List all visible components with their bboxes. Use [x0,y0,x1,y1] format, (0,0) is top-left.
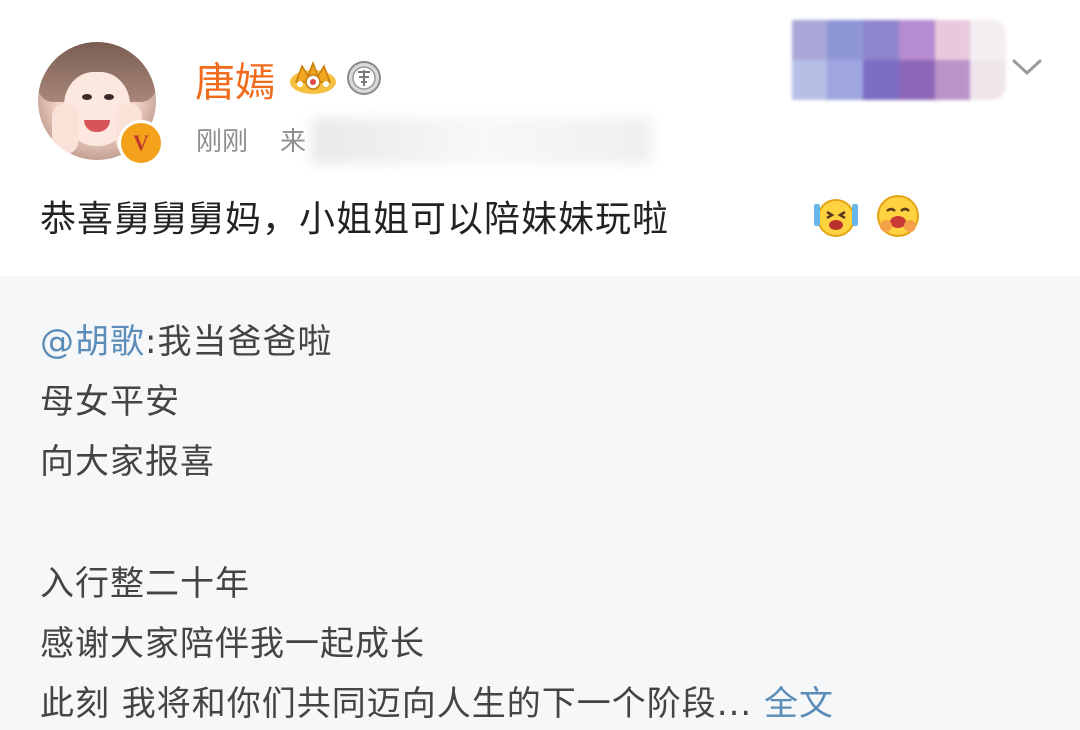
repost-line: 入行整二十年 [40,564,250,604]
username[interactable]: 唐嫣 [195,50,275,108]
hugging-face-emoji [877,195,919,237]
repost-line: 向大家报喜 [40,442,215,482]
post-text: 恭喜舅舅舅妈，小姐姐可以陪妹妹玩啦 [40,199,670,240]
blurred-decoration [756,20,1006,100]
weibo-post: V 唐嫣 刚刚 来 恭喜舅舅舅妈，小姐姐可以陪妹妹玩啦 @胡歌:我当爸爸啦 母女… [0,0,1080,730]
full-text-link[interactable]: 全文 [764,684,834,724]
blurred-source [312,118,652,164]
crown-icon[interactable] [288,60,338,96]
post-source-prefix: 来 [280,127,307,157]
medal-icon[interactable] [346,58,382,98]
chevron-down-icon[interactable] [1010,56,1044,78]
post-time: 刚刚 [196,127,249,157]
excited-face-emoji [814,199,858,237]
avatar-eye-left [82,94,92,100]
repost-last-line: 此刻 我将和你们共同迈向人生的下一个阶段... 全文 [40,676,834,725]
repost-last-line-text: 此刻 我将和你们共同迈向人生的下一个阶段... [40,684,753,724]
repost-line: 母女平安 [40,382,180,422]
repost-first-line-text: :我当爸爸啦 [145,322,333,362]
avatar-eye-right [104,94,114,100]
verified-badge-icon: V [118,120,164,166]
repost-line: 感谢大家陪伴我一起成长 [40,624,425,664]
repost-card[interactable]: @胡歌:我当爸爸啦 母女平安 向大家报喜 入行整二十年 感谢大家陪伴我一起成长 … [0,276,1080,730]
repost-first-line: @胡歌:我当爸爸啦 [40,314,332,363]
avatar-hand-left [52,104,78,154]
mention-link[interactable]: @胡歌 [40,322,145,362]
